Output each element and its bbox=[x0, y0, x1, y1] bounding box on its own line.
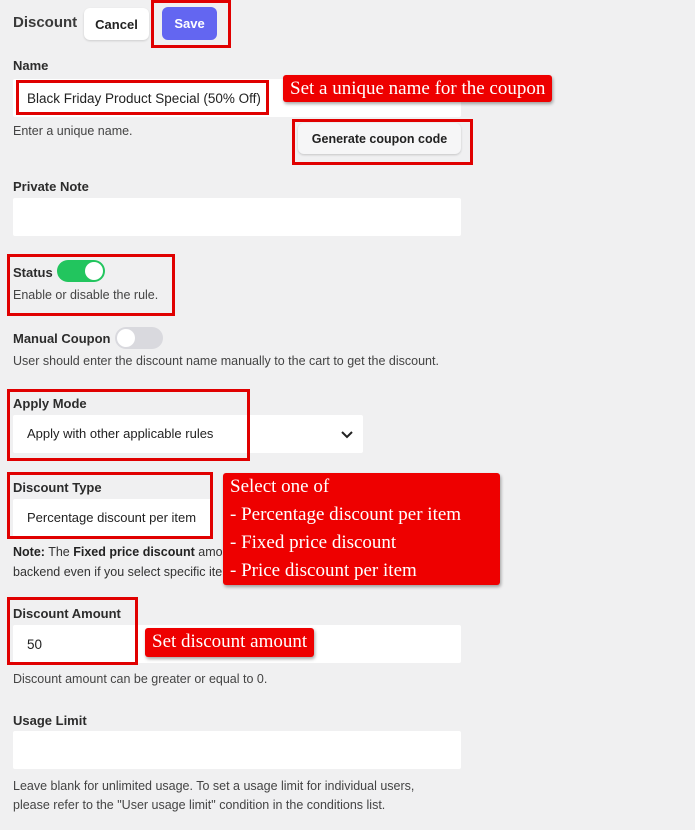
apply-mode-value: Apply with other applicable rules bbox=[27, 426, 214, 441]
discount-type-value: Percentage discount per item bbox=[27, 510, 197, 525]
usage-limit-input[interactable] bbox=[13, 731, 461, 769]
discount-type-label: Discount Type bbox=[13, 480, 102, 495]
manual-coupon-help: User should enter the discount name manu… bbox=[13, 354, 439, 368]
discount-type-note-line2: backend even if you select specific ite bbox=[13, 565, 223, 579]
discount-type-callout: Select one of - Percentage discount per … bbox=[223, 473, 500, 585]
name-label: Name bbox=[13, 58, 49, 73]
private-note-label: Private Note bbox=[13, 179, 89, 194]
usage-limit-help-line2: please refer to the "User usage limit" c… bbox=[13, 798, 386, 812]
note-prefix: Note: bbox=[13, 545, 45, 559]
status-toggle-knob bbox=[85, 262, 103, 280]
status-label: Status bbox=[13, 265, 53, 280]
discount-type-note: Note: The Fixed price discount amo bbox=[13, 543, 223, 562]
discount-amount-label: Discount Amount bbox=[13, 606, 121, 621]
cancel-button[interactable]: Cancel bbox=[84, 8, 149, 40]
save-button[interactable]: Save bbox=[162, 7, 217, 40]
status-toggle[interactable] bbox=[57, 260, 105, 282]
usage-limit-help-line1: Leave blank for unlimited usage. To set … bbox=[13, 779, 415, 793]
note-mid: The bbox=[44, 545, 74, 559]
note-bold: Fixed price discount bbox=[73, 545, 195, 559]
name-help: Enter a unique name. bbox=[13, 124, 133, 138]
generate-coupon-button[interactable]: Generate coupon code bbox=[298, 123, 461, 154]
manual-coupon-label: Manual Coupon bbox=[13, 331, 111, 346]
discount-amount-callout: Set discount amount bbox=[145, 628, 315, 657]
status-help: Enable or disable the rule. bbox=[13, 288, 159, 302]
discount-type-select[interactable]: Percentage discount per item bbox=[13, 499, 213, 537]
apply-mode-select[interactable]: Apply with other applicable rules bbox=[13, 415, 363, 453]
manual-coupon-toggle-knob bbox=[117, 329, 135, 347]
discount-amount-help: Discount amount can be greater or equal … bbox=[13, 672, 268, 686]
chevron-down-icon bbox=[341, 431, 353, 439]
usage-limit-label: Usage Limit bbox=[13, 713, 87, 728]
note-rest: amo bbox=[194, 545, 223, 559]
manual-coupon-toggle[interactable] bbox=[115, 327, 163, 349]
page-title: Discount bbox=[13, 14, 78, 31]
apply-mode-label: Apply Mode bbox=[13, 396, 87, 411]
name-callout: Set a unique name for the coupon bbox=[283, 75, 553, 102]
private-note-input[interactable] bbox=[13, 198, 461, 236]
